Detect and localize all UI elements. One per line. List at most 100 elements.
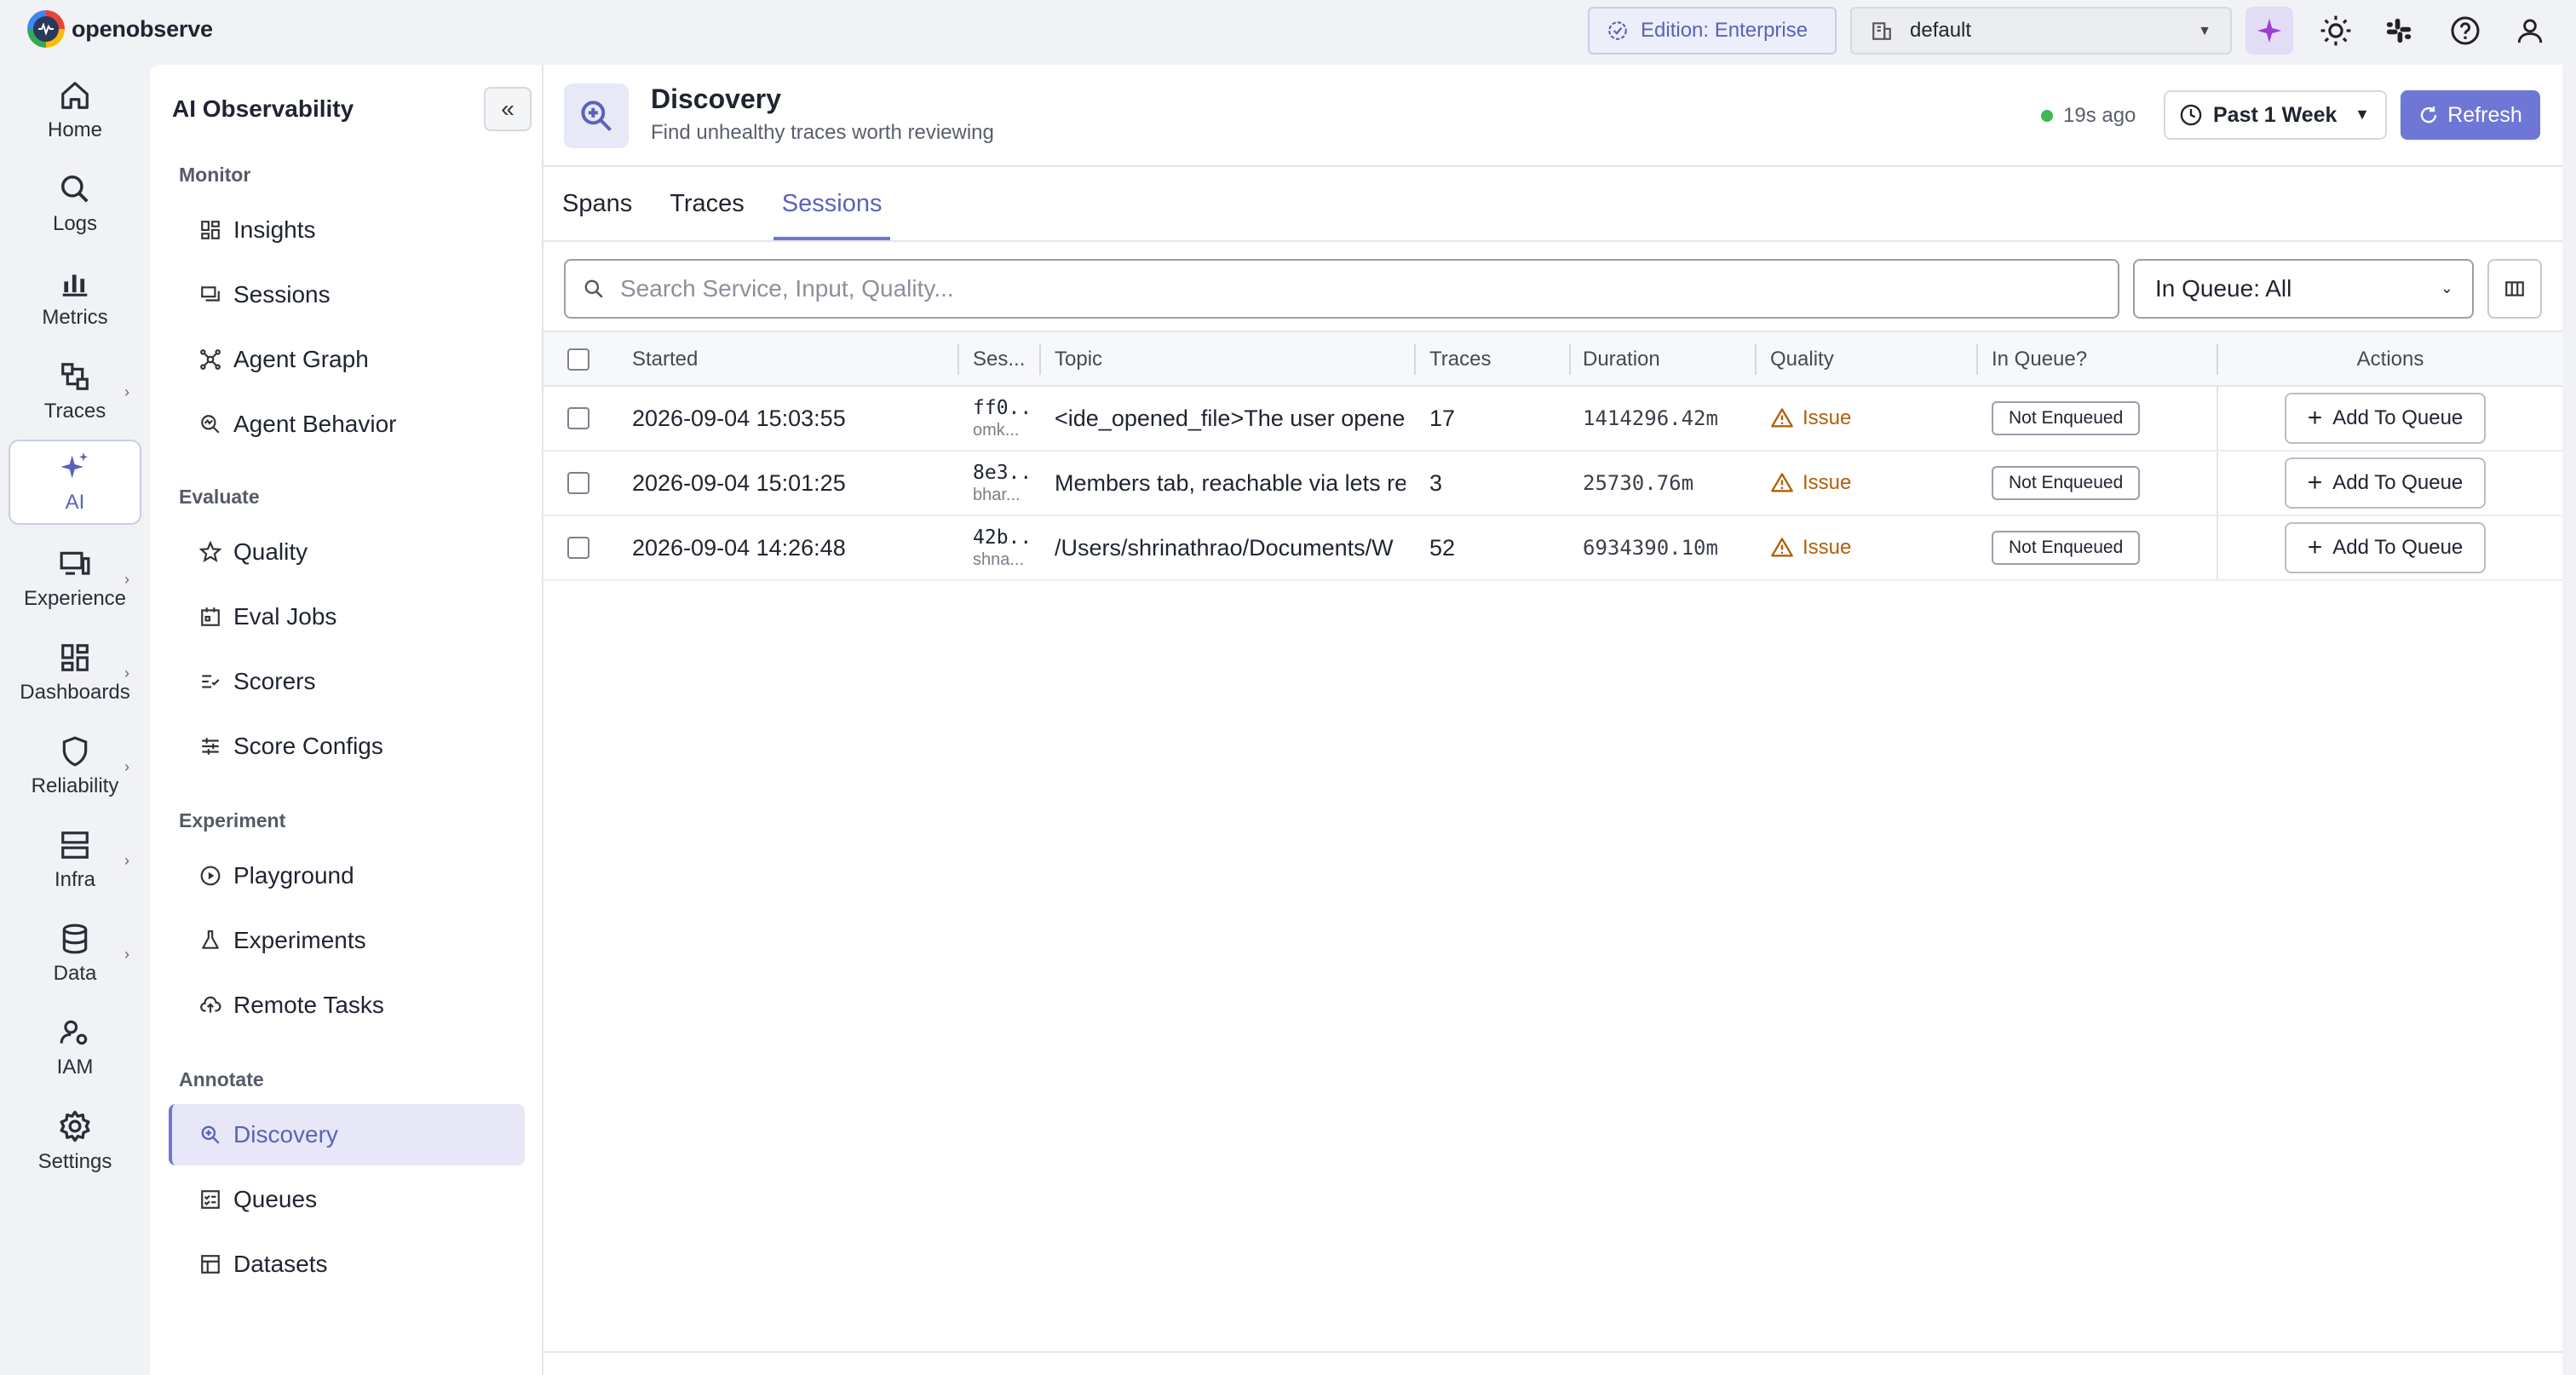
nav-dashboards[interactable]: Dashboards ›	[9, 630, 141, 716]
sidebar-item-scorers[interactable]: Scorers	[169, 651, 525, 712]
main-content: Discovery Find unhealthy traces worth re…	[543, 65, 2562, 1375]
nav-logs[interactable]: Logs	[9, 162, 141, 247]
search-icon	[61, 175, 89, 203]
cell-in-queue: Not Enqueued	[1992, 516, 2141, 579]
session-id: 8e3...	[973, 461, 1032, 484]
sidebar-item-sessions[interactable]: Sessions	[169, 264, 525, 325]
edition-badge[interactable]: Edition: Enterprise	[1588, 7, 1837, 55]
col-session[interactable]: Ses...	[973, 332, 1025, 387]
col-actions: Actions	[2356, 348, 2424, 371]
nav-iam[interactable]: IAM	[9, 1005, 141, 1090]
table-row[interactable]: 2026-09-04 14:26:48 42b... shna... /User…	[543, 516, 2562, 581]
cell-traces: 17	[1429, 405, 1456, 431]
sidebar-item-quality[interactable]: Quality	[169, 521, 525, 583]
view-tabs: Spans Traces Sessions	[543, 167, 900, 240]
user-menu-button[interactable]	[2506, 7, 2554, 55]
brand-logo[interactable]: openobserve	[27, 10, 213, 48]
refresh-button[interactable]: Refresh	[2401, 90, 2540, 140]
search-box[interactable]	[564, 259, 2119, 319]
in-queue-filter-select[interactable]: In Queue: All ⌄	[2133, 259, 2474, 319]
ai-observability-sidebar: AI Observability « Monitor Insights Sess…	[150, 65, 543, 1375]
sidebar-item-insights[interactable]: Insights	[169, 199, 525, 261]
col-resizer[interactable]	[1569, 344, 1571, 375]
chevron-right-icon: ›	[124, 571, 129, 588]
row-checkbox[interactable]	[567, 407, 589, 429]
col-resizer[interactable]	[1414, 344, 1416, 375]
bar-chart-icon	[62, 274, 88, 296]
tab-sessions[interactable]: Sessions	[763, 167, 901, 240]
queue-status-badge: Not Enqueued	[1992, 466, 2141, 500]
play-circle-icon	[200, 866, 221, 886]
cell-duration: 25730.76m	[1583, 471, 1694, 495]
time-range-picker[interactable]: Past 1 Week ▼	[2164, 90, 2387, 140]
nav-traces[interactable]: Traces ›	[9, 349, 141, 434]
sidebar-item-queues[interactable]: Queues	[169, 1169, 525, 1230]
cell-session[interactable]: ff0... omk...	[973, 387, 1032, 450]
table-row[interactable]: 2026-09-04 15:03:55 ff0... omk... <ide_o…	[543, 387, 2562, 452]
nav-settings[interactable]: Settings	[9, 1099, 141, 1184]
nav-data[interactable]: Data ›	[9, 912, 141, 997]
col-resizer[interactable]	[1039, 344, 1041, 375]
col-traces[interactable]: Traces	[1429, 332, 1491, 387]
cell-quality: Issue	[1770, 516, 1851, 579]
row-select-cell	[567, 452, 589, 515]
section-evaluate: Evaluate	[179, 486, 260, 508]
nav-metrics[interactable]: Metrics	[9, 256, 141, 341]
col-resizer[interactable]	[1976, 344, 1978, 375]
col-in-queue[interactable]: In Queue?	[1992, 332, 2087, 387]
nav-metrics-label: Metrics	[42, 306, 108, 329]
help-button[interactable]	[2441, 7, 2489, 55]
list-check-icon	[202, 675, 220, 688]
cell-session[interactable]: 8e3... bhar...	[973, 452, 1032, 515]
tab-spans[interactable]: Spans	[543, 167, 651, 240]
col-resizer[interactable]	[957, 344, 959, 375]
row-checkbox[interactable]	[567, 537, 589, 559]
cell-duration: 6934390.10m	[1583, 536, 1718, 560]
nav-home-label: Home	[47, 118, 103, 141]
sidebar-item-experiments[interactable]: Experiments	[169, 910, 525, 971]
sidebar-item-remote-tasks[interactable]: Remote Tasks	[169, 975, 525, 1036]
col-topic[interactable]: Topic	[1055, 332, 1102, 387]
nav-home[interactable]: Home	[9, 68, 141, 153]
sidebar-item-score-configs[interactable]: Score Configs	[169, 716, 525, 777]
nav-experience[interactable]: Experience ›	[9, 537, 141, 622]
main-nav-rail: Home Logs Metrics Traces › AI Experience…	[0, 65, 150, 1375]
insights-icon	[201, 221, 220, 239]
search-input[interactable]	[620, 275, 2068, 302]
sidebar-item-datasets[interactable]: Datasets	[169, 1234, 525, 1295]
col-duration[interactable]: Duration	[1583, 332, 1660, 387]
nav-ai[interactable]: AI	[9, 440, 141, 525]
magnify-chart-icon	[201, 415, 220, 434]
sidebar-item-eval-jobs[interactable]: Eval Jobs	[169, 586, 525, 647]
sidebar-item-agent-behavior[interactable]: Agent Behavior	[169, 394, 525, 455]
collapse-sidebar-button[interactable]: «	[484, 87, 532, 131]
nav-reliability[interactable]: Reliability ›	[9, 724, 141, 809]
add-to-queue-button[interactable]: + Add To Queue	[2285, 457, 2486, 509]
sidebar-item-playground[interactable]: Playground	[169, 845, 525, 906]
sidebar-item-discovery[interactable]: Discovery	[169, 1104, 525, 1165]
add-to-queue-button[interactable]: + Add To Queue	[2285, 393, 2486, 444]
column-settings-button[interactable]	[2487, 259, 2542, 319]
traces-icon	[61, 363, 89, 390]
slack-button[interactable]	[2375, 7, 2423, 55]
sidebar-item-agent-graph[interactable]: Agent Graph	[169, 329, 525, 390]
tabs-divider	[543, 240, 2562, 242]
org-selector[interactable]: default ▼	[1850, 7, 2232, 55]
sidebar-item-label: Remote Tasks	[233, 992, 384, 1018]
row-checkbox[interactable]	[567, 472, 589, 494]
table-row[interactable]: 2026-09-04 15:01:25 8e3... bhar... Membe…	[543, 452, 2562, 516]
theme-toggle-button[interactable]	[2312, 7, 2360, 55]
col-started[interactable]: Started	[632, 332, 698, 387]
ai-assistant-button[interactable]	[2245, 7, 2293, 55]
nav-experience-label: Experience	[23, 587, 127, 610]
add-to-queue-button[interactable]: + Add To Queue	[2285, 522, 2486, 573]
col-resizer[interactable]	[1755, 344, 1757, 375]
sun-icon	[2320, 15, 2351, 46]
cell-session[interactable]: 42b... shna...	[973, 516, 1032, 579]
col-quality[interactable]: Quality	[1770, 332, 1834, 387]
tab-traces[interactable]: Traces	[651, 167, 763, 240]
cell-quality: Issue	[1770, 387, 1851, 450]
nav-infra[interactable]: Infra ›	[9, 818, 141, 903]
select-all-checkbox[interactable]	[567, 348, 589, 371]
plus-icon: +	[2307, 404, 2323, 432]
